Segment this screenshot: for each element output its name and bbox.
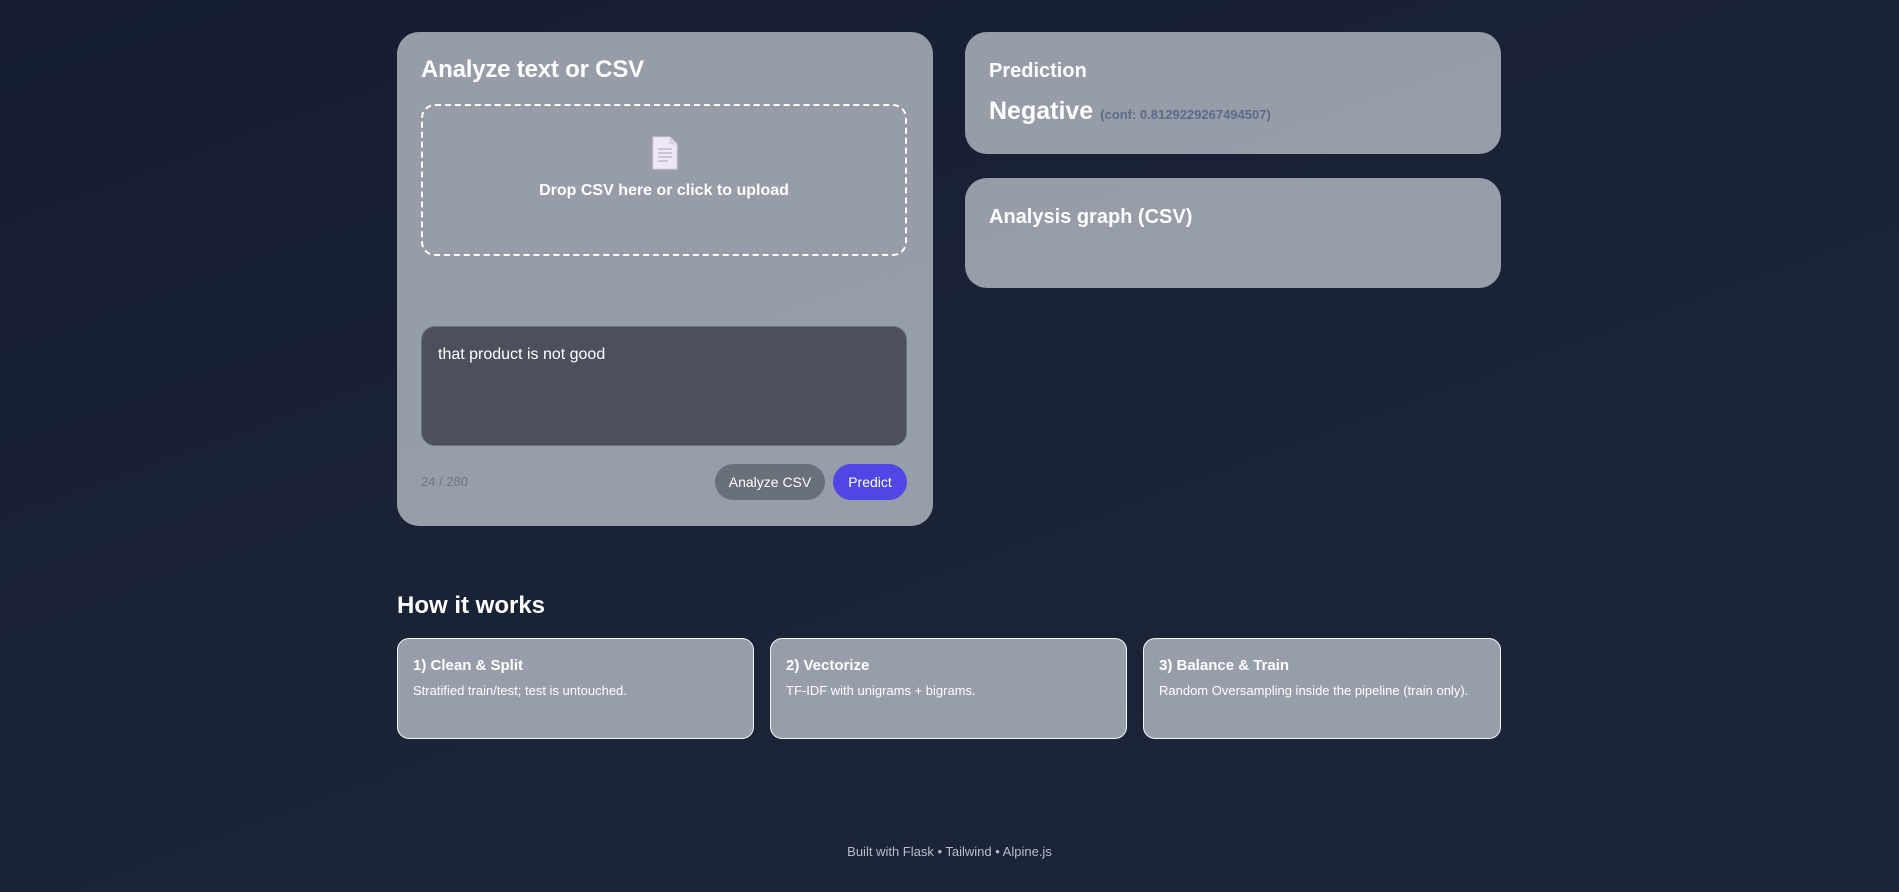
step-title: 1) Clean & Split bbox=[413, 657, 524, 674]
step-card-balance-train: 3) Balance & Train Random Oversampling i… bbox=[1143, 638, 1501, 739]
character-count: 24 / 280 bbox=[421, 474, 468, 489]
step-card-vectorize: 2) Vectorize TF-IDF with unigrams + bigr… bbox=[770, 638, 1127, 739]
analyze-csv-button[interactable]: Analyze CSV bbox=[715, 464, 825, 500]
graph-title: Analysis graph (CSV) bbox=[989, 206, 1193, 228]
dropzone-title: Drop CSV here or click to upload bbox=[539, 182, 789, 199]
step-description: Stratified train/test; test is untouched… bbox=[413, 683, 627, 698]
prediction-label: Negative bbox=[989, 97, 1094, 125]
analyze-card: Analyze text or CSV Drop CSV here or cli… bbox=[397, 32, 933, 526]
prediction-result: Negative (conf: 0.8129229267494507) bbox=[989, 97, 1477, 126]
step-description: Random Oversampling inside the pipeline … bbox=[1159, 683, 1469, 698]
step-description: TF-IDF with unigrams + bigrams. bbox=[786, 683, 976, 698]
step-title: 2) Vectorize bbox=[786, 657, 870, 674]
prediction-title: Prediction bbox=[989, 60, 1087, 82]
review-text-input[interactable] bbox=[421, 326, 907, 446]
predict-button[interactable]: Predict bbox=[833, 464, 907, 500]
analysis-graph-card: Analysis graph (CSV) bbox=[965, 178, 1501, 288]
footer-credits: Built with Flask • Tailwind • Alpine.js bbox=[847, 844, 1052, 859]
prediction-card: Prediction Negative (conf: 0.81292292674… bbox=[965, 32, 1501, 154]
step-card-clean-split: 1) Clean & Split Stratified train/test; … bbox=[397, 638, 754, 739]
prediction-confidence: (conf: 0.8129229267494507) bbox=[1100, 107, 1271, 122]
document-icon bbox=[651, 135, 679, 171]
csv-dropzone[interactable]: Drop CSV here or click to upload bbox=[421, 104, 907, 256]
step-title: 3) Balance & Train bbox=[1159, 657, 1290, 674]
analyze-title: Analyze text or CSV bbox=[421, 56, 644, 83]
how-it-works-title: How it works bbox=[397, 592, 546, 619]
